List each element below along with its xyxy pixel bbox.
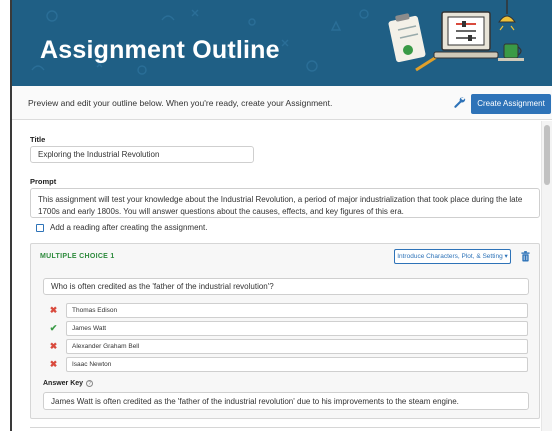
- scrollbar[interactable]: [541, 121, 552, 431]
- laptop-illustration: [433, 11, 499, 59]
- prompt-label: Prompt: [30, 177, 57, 186]
- next-question-card: [30, 427, 540, 431]
- info-icon[interactable]: ?: [86, 380, 94, 387]
- x-icon[interactable]: ✖: [48, 341, 59, 352]
- app-window: Assignment Outline Preview and edit your…: [10, 0, 552, 431]
- answer-input[interactable]: Alexander Graham Bell: [66, 339, 528, 354]
- mug-illustration: [498, 43, 524, 61]
- answer-option: ✖ Isaac Newton: [48, 357, 528, 372]
- question-card: MULTIPLE CHOICE 1 Introduce Characters, …: [30, 243, 540, 419]
- outline-content[interactable]: Title Exploring the Industrial Revolutio…: [12, 121, 552, 431]
- answer-option: ✖ Alexander Graham Bell: [48, 339, 528, 354]
- header-banner: Assignment Outline: [12, 0, 552, 86]
- answer-key-label-text: Answer Key: [43, 380, 84, 387]
- standard-dropdown[interactable]: Introduce Characters, Plot, & Setting ▾: [394, 249, 511, 264]
- answer-option: ✖ Thomas Edison: [48, 303, 528, 318]
- add-reading-label: Add a reading after creating the assignm…: [50, 223, 208, 232]
- answer-key-label: Answer Key ?: [43, 380, 94, 387]
- add-reading-option[interactable]: Add a reading after creating the assignm…: [36, 223, 207, 232]
- instructions-text: Preview and edit your outline below. Whe…: [28, 98, 333, 108]
- prompt-textarea[interactable]: This assignment will test your knowledge…: [30, 188, 540, 218]
- x-icon[interactable]: ✖: [48, 305, 59, 316]
- create-assignment-button[interactable]: Create Assignment: [471, 94, 551, 114]
- answer-input[interactable]: James Watt: [66, 321, 528, 336]
- trash-icon[interactable]: [521, 251, 530, 262]
- title-input[interactable]: Exploring the Industrial Revolution: [30, 146, 254, 163]
- answer-input[interactable]: Isaac Newton: [66, 357, 528, 372]
- answer-key-input[interactable]: James Watt is often credited as the 'fat…: [43, 392, 529, 410]
- question-card-header: MULTIPLE CHOICE 1 Introduce Characters, …: [31, 244, 539, 268]
- add-reading-checkbox[interactable]: [36, 223, 44, 232]
- scrollbar-thumb[interactable]: [544, 125, 550, 185]
- toolbar: Preview and edit your outline below. Whe…: [12, 86, 552, 120]
- clipboard-illustration: [388, 13, 439, 72]
- answer-option: ✔ James Watt: [48, 321, 528, 336]
- lamp-illustration: [498, 0, 516, 31]
- question-heading: MULTIPLE CHOICE 1: [40, 253, 115, 260]
- page-title: Assignment Outline: [40, 36, 280, 64]
- answer-input[interactable]: Thomas Edison: [66, 303, 528, 318]
- check-icon[interactable]: ✔: [48, 323, 59, 334]
- title-label: Title: [30, 135, 46, 144]
- wrench-icon[interactable]: [452, 95, 466, 109]
- x-icon[interactable]: ✖: [48, 359, 59, 370]
- question-text-input[interactable]: Who is often credited as the 'father of …: [43, 278, 529, 295]
